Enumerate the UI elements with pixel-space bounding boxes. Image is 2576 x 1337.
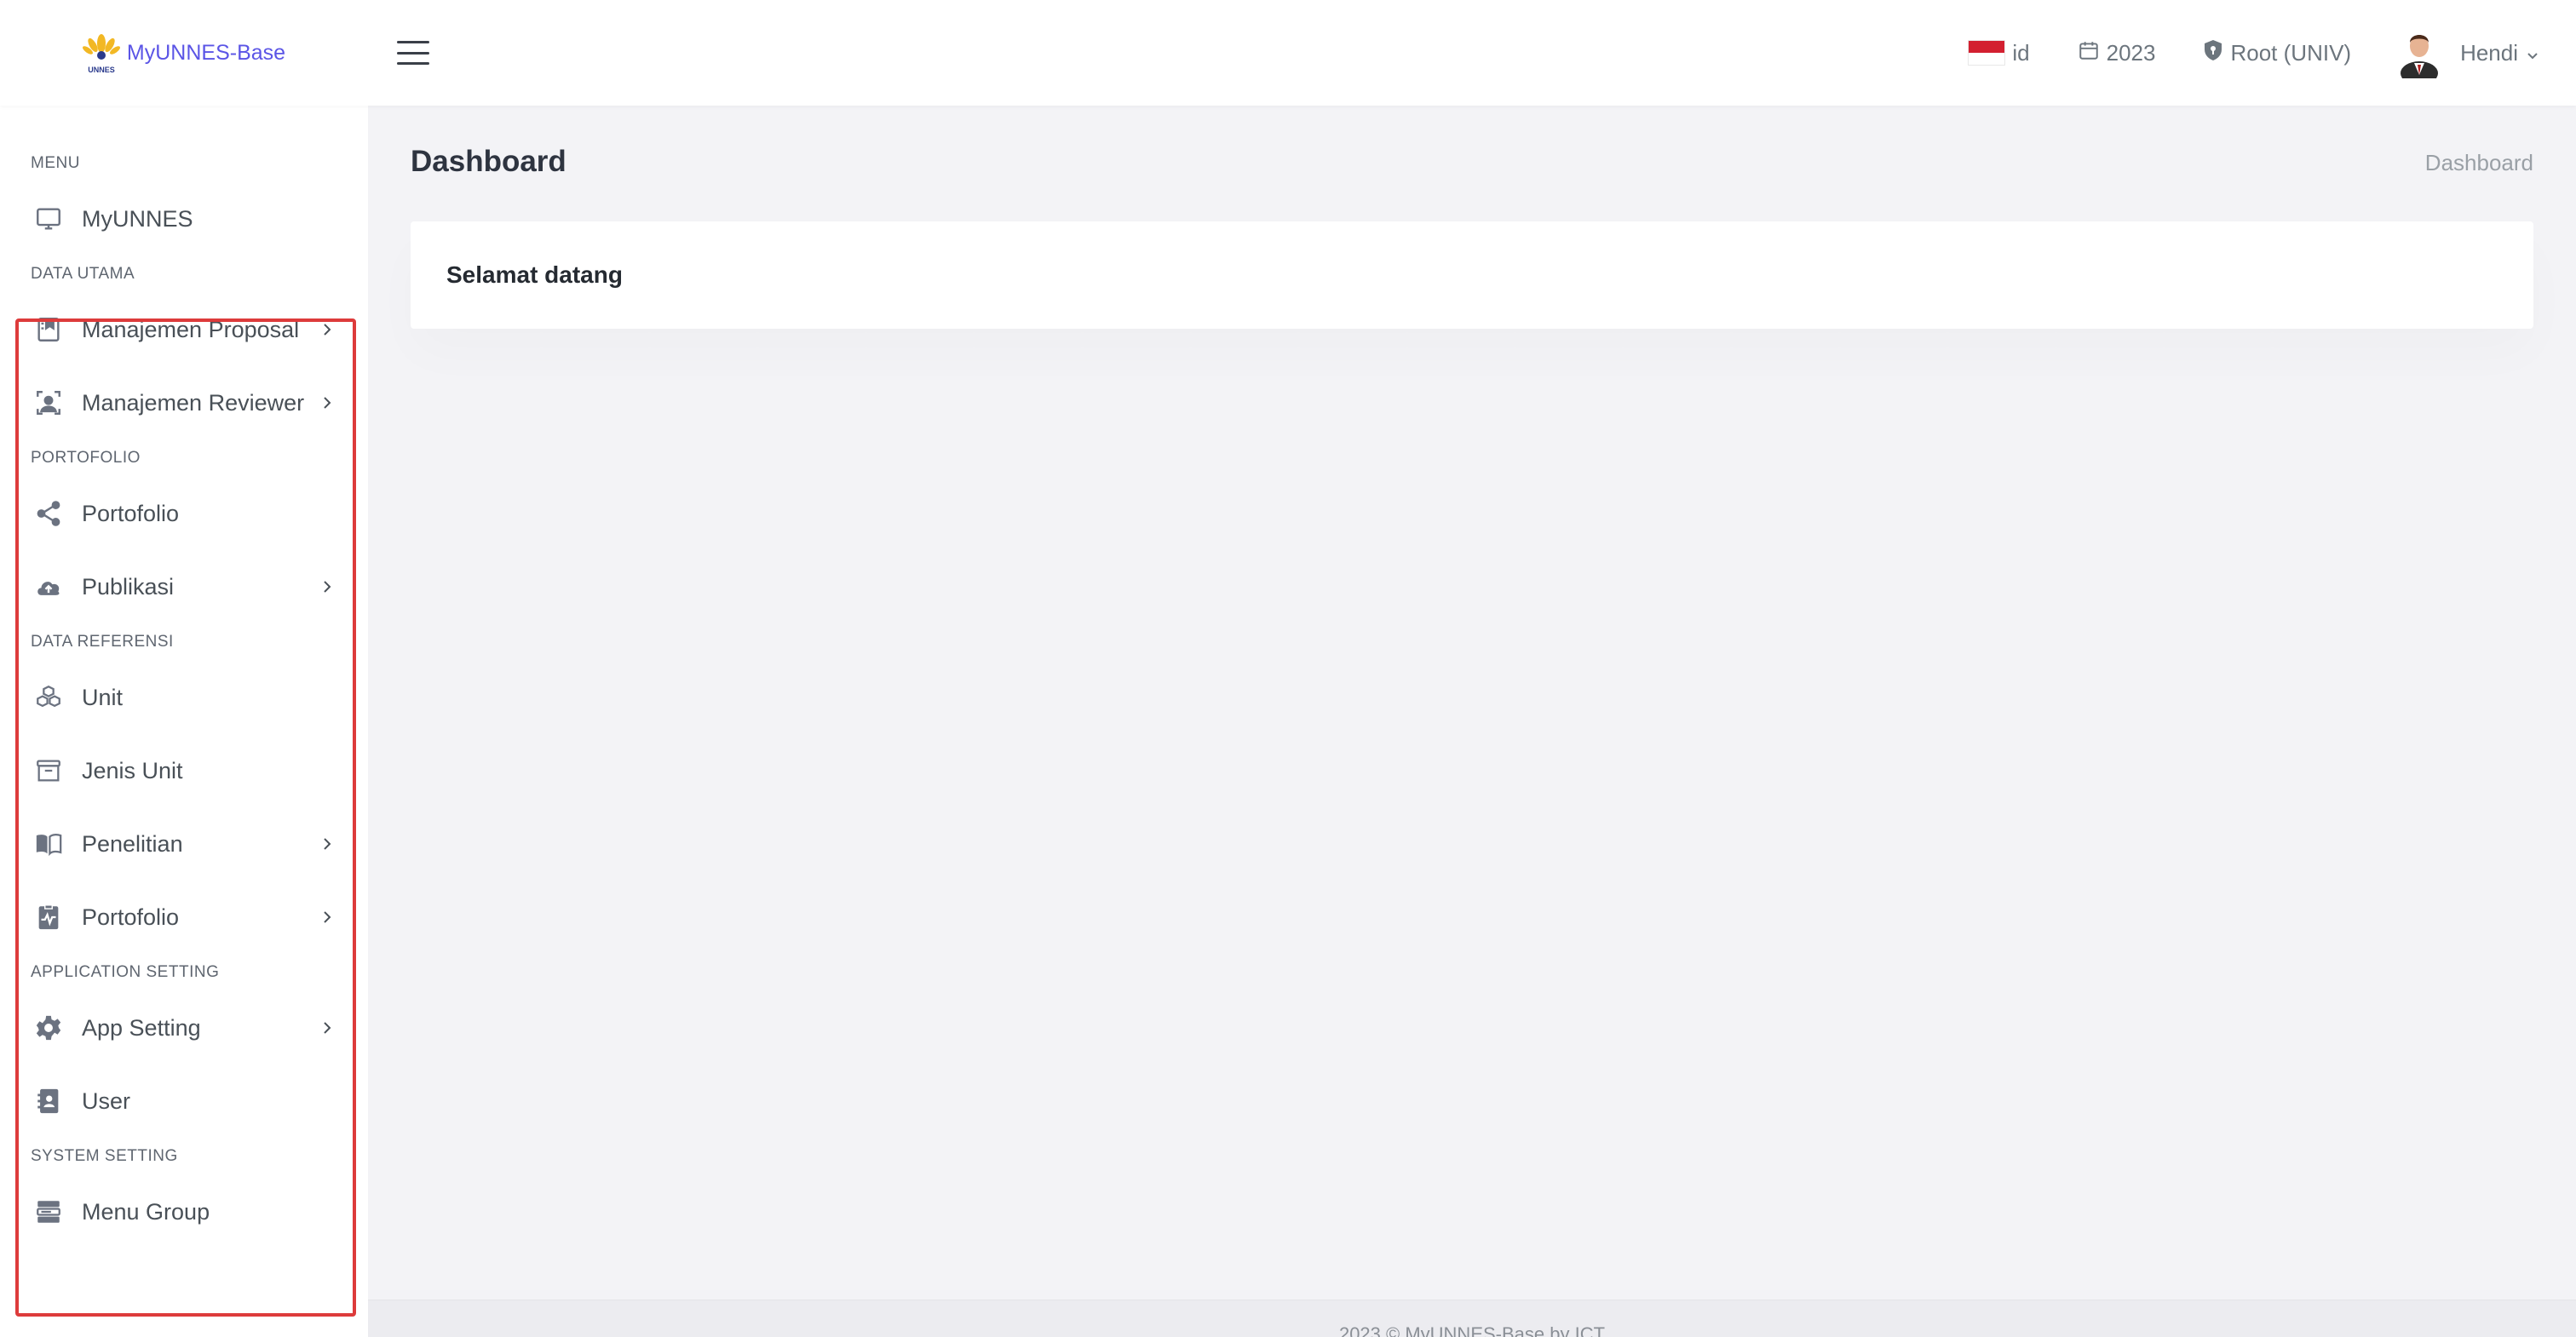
sidebar-item-label: User	[82, 1087, 131, 1114]
sidebar-item-jenis-unit[interactable]: Jenis Unit	[0, 734, 368, 807]
sidebar-item-publikasi[interactable]: Publikasi	[0, 550, 368, 623]
sidebar-item-label: App Setting	[82, 1014, 201, 1041]
book-open-icon	[34, 829, 63, 858]
user-dropdown[interactable]: Hendi	[2399, 27, 2539, 85]
clipboard-pulse-icon	[34, 903, 63, 932]
role-label: Root (UNIV)	[2230, 39, 2352, 66]
chevron-right-icon	[320, 320, 334, 339]
chevron-right-icon	[320, 1019, 334, 1037]
language-label: id	[2012, 39, 2030, 66]
sidebar: MENU MyUNNES DATA UTAMA Manajemen Propos…	[0, 106, 368, 1337]
hamburger-menu-icon[interactable]	[397, 41, 429, 65]
bookmark-book-icon	[34, 315, 63, 344]
sidebar-item-penelitian[interactable]: Penelitian	[0, 807, 368, 881]
unnes-logo-icon: UNNES	[82, 30, 120, 76]
section-title-data-referensi: DATA REFERENSI	[31, 633, 174, 651]
section-title-menu: MENU	[31, 154, 80, 172]
welcome-card: Selamat datang	[411, 221, 2533, 329]
archive-icon	[34, 756, 63, 785]
sidebar-item-label: Penelitian	[82, 830, 183, 857]
role-selector[interactable]: Root (UNIV)	[2203, 39, 2351, 67]
share-icon	[34, 499, 63, 528]
calendar-icon	[2078, 39, 2100, 67]
chevron-right-icon	[320, 577, 334, 596]
sidebar-item-myunnes[interactable]: MyUNNES	[0, 182, 368, 255]
cloud-upload-icon	[34, 572, 63, 601]
section-title-system-setting: SYSTEM SETTING	[31, 1147, 178, 1165]
brand[interactable]: UNNES MyUNNES-Base	[0, 0, 368, 106]
sidebar-item-portofolio[interactable]: Portofolio	[0, 477, 368, 550]
user-name: Hendi	[2460, 39, 2518, 66]
sidebar-item-label: Portofolio	[82, 500, 180, 526]
breadcrumb[interactable]: Dashboard	[2425, 150, 2533, 176]
app-name: MyUNNES-Base	[126, 40, 286, 65]
shield-icon	[2203, 39, 2223, 67]
cubes-icon	[34, 683, 63, 712]
sidebar-item-label: Unit	[82, 684, 124, 710]
language-selector[interactable]: id	[1968, 39, 2030, 66]
sidebar-item-label: Manajemen Proposal	[82, 316, 300, 342]
sidebar-item-label: MyUNNES	[82, 205, 193, 232]
user-frame-icon	[34, 388, 63, 417]
year-label: 2023	[2106, 39, 2156, 66]
sidebar-item-menu-group[interactable]: Menu Group	[0, 1175, 368, 1248]
section-title-application-setting: APPLICATION SETTING	[31, 963, 220, 981]
sidebar-item-manajemen-proposal[interactable]: Manajemen Proposal	[0, 293, 368, 366]
sidebar-item-app-setting[interactable]: App Setting	[0, 991, 368, 1064]
sidebar-item-label: Jenis Unit	[82, 757, 183, 783]
footer: 2023 © MyUNNES-Base by ICT	[368, 1300, 2576, 1337]
logo-caption: UNNES	[88, 66, 115, 74]
page-title: Dashboard	[411, 145, 566, 178]
sidebar-item-user[interactable]: User	[0, 1064, 368, 1138]
main-content: Dashboard Dashboard Selamat datang 2023 …	[368, 106, 2576, 1337]
sidebar-item-label: Menu Group	[82, 1198, 210, 1225]
sidebar-item-label: Publikasi	[82, 573, 175, 600]
top-navbar: UNNES MyUNNES-Base id 2023 Root (UNIV) H…	[0, 0, 2576, 106]
contact-book-icon	[34, 1087, 63, 1116]
indonesia-flag-icon	[1968, 40, 2006, 66]
section-title-data-utama: DATA UTAMA	[31, 265, 135, 283]
section-title-portofolio: PORTOFOLIO	[31, 449, 141, 467]
sidebar-item-portofolio-referensi[interactable]: Portofolio	[0, 881, 368, 954]
footer-text: 2023 © MyUNNES-Base by ICT	[1338, 1323, 1606, 1337]
welcome-text: Selamat datang	[446, 261, 623, 288]
gear-icon	[34, 1013, 63, 1042]
chevron-right-icon	[320, 835, 334, 853]
sidebar-item-manajemen-reviewer[interactable]: Manajemen Reviewer	[0, 366, 368, 439]
year-selector[interactable]: 2023	[2078, 39, 2156, 67]
sidebar-item-unit[interactable]: Unit	[0, 661, 368, 734]
chevron-right-icon	[320, 393, 334, 412]
chevron-right-icon	[320, 908, 334, 927]
avatar	[2399, 27, 2440, 85]
sidebar-item-label: Portofolio	[82, 904, 180, 930]
chevron-down-icon	[2527, 40, 2539, 66]
monitor-icon	[34, 204, 63, 233]
server-icon	[34, 1197, 63, 1226]
sidebar-item-label: Manajemen Reviewer	[82, 389, 305, 416]
